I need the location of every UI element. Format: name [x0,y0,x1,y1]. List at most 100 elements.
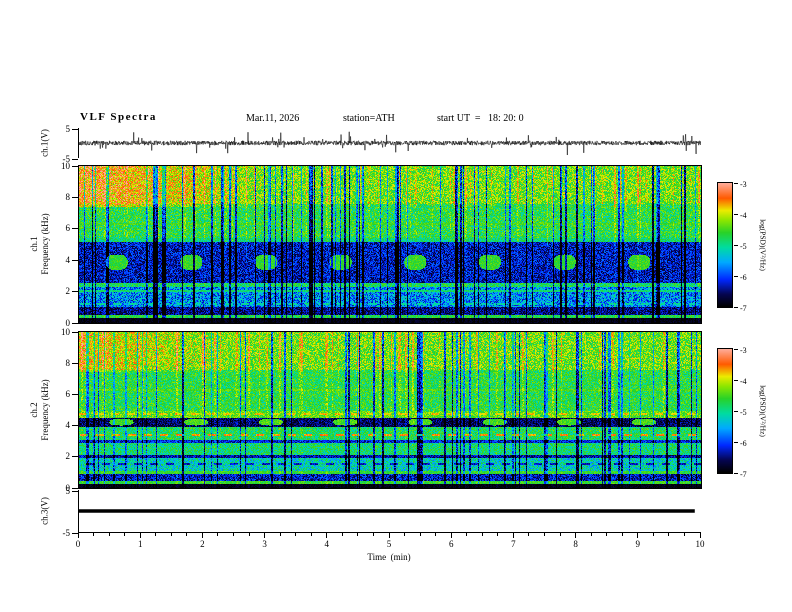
ch2-axis-channel-label: ch.2 [29,402,39,418]
y-tick-mark [72,331,78,333]
x-tick-label: 4 [324,539,330,549]
colorbar2-tick-mark [734,472,738,474]
x-tick-label: 1 [137,539,143,549]
y-tick-label: 4 [65,254,71,265]
colorbar1-tick-label: -4 [740,210,747,220]
colorbar1-tick-mark [734,275,738,277]
colorbar1-tick-mark [734,244,738,246]
colorbar2-tick-label: -7 [740,469,747,479]
x-minor-tick-mark [217,533,219,536]
x-tick-label: 8 [573,539,578,549]
y-tick-label: 5 [65,123,71,134]
y-tick-mark [72,490,78,492]
y-tick-label: 6 [65,223,71,234]
colorbar1-tick-label: -5 [740,241,747,251]
x-minor-tick-mark [419,533,421,536]
x-minor-tick-mark [186,533,188,536]
ch1-axis-channel-label: ch.1 [29,236,39,252]
x-tick-mark [388,533,390,538]
x-tick-label: 2 [200,539,205,549]
x-minor-tick-mark [668,533,670,536]
y-tick-label: 2 [65,451,71,462]
x-minor-tick-mark [372,533,374,536]
station-label: station=ATH [343,113,395,124]
colorbar2-tick-mark [734,410,738,412]
y-tick-mark [72,322,78,324]
y-tick-mark [72,158,78,160]
x-minor-tick-mark [170,533,172,536]
colorbar1-tick-label: -3 [740,179,747,189]
y-tick-label: 8 [65,357,71,368]
x-minor-tick-mark [590,533,592,536]
x-tick-label: 10 [695,539,705,549]
x-tick-mark [139,533,141,538]
colorbar1-tick-mark [734,306,738,308]
x-tick-mark [264,533,266,538]
colorbar2-tick-mark [734,348,738,350]
x-tick-mark [450,533,452,538]
y-tick-label: 4 [65,420,71,431]
x-minor-tick-mark [108,533,110,536]
colorbar1-tick-mark [734,182,738,184]
colorbar1-tick-label: -7 [740,303,747,313]
x-tick-label: 0 [75,539,81,549]
colorbar2-tick-label: -5 [740,407,747,417]
x-minor-tick-mark [248,533,250,536]
x-tick-mark [77,533,79,538]
x-tick-mark [575,533,577,538]
start-time-label: start UT = 18: 20: 0 [437,113,524,124]
y-tick-label: 10 [61,160,70,171]
x-minor-tick-mark [93,533,95,536]
y-tick-mark [72,228,78,230]
x-minor-tick-mark [124,533,126,536]
y-tick-mark [72,393,78,395]
x-minor-tick-mark [621,533,623,536]
y-tick-mark [72,456,78,458]
x-minor-tick-mark [497,533,499,536]
colorbar2-tick-label: -6 [740,438,747,448]
colorbar2-tick-label: -4 [740,376,747,386]
x-tick-mark [326,533,328,538]
x-tick-label: 7 [511,539,516,549]
y-tick-label: -5 [62,527,71,538]
x-minor-tick-mark [559,533,561,536]
colorbar2-tick-label: -3 [740,345,747,355]
x-minor-tick-mark [606,533,608,536]
y-tick-mark [72,128,78,130]
y-tick-label: 8 [65,191,71,202]
x-tick-label: 5 [386,539,392,549]
x-minor-tick-mark [652,533,654,536]
y-tick-mark [72,165,78,167]
x-minor-tick-mark [233,533,234,536]
ch3-waveform-plot [78,490,701,533]
colorbar2-psd-label: log(PSD)(V²/Hz) [758,385,768,437]
x-minor-tick-mark [310,533,312,536]
ch2-psd-colorbar [717,348,733,474]
y-tick-label: 10 [61,326,70,337]
ch1-psd-colorbar [717,182,733,308]
figure-title: VLF Spectra [80,111,157,123]
x-tick-mark [201,533,203,538]
vlf-spectra-figure: VLF Spectra Mar.11, 2026 station=ATH sta… [0,0,792,612]
y-tick-label: 5 [65,485,71,496]
x-tick-label: 9 [635,539,641,549]
x-tick-mark [637,533,639,538]
ch1-waveform-plot [78,128,701,158]
y-tick-label: 6 [65,388,71,399]
ch2-spectrogram [78,331,702,489]
x-minor-tick-mark [155,533,157,536]
y-tick-mark [72,362,78,364]
x-minor-tick-mark [357,533,359,536]
date-label: Mar.11, 2026 [246,113,300,124]
ch1-spectrogram [78,165,702,324]
y-tick-mark [72,425,78,427]
x-minor-tick-mark [528,533,530,536]
x-tick-mark [699,533,701,538]
y-tick-mark [72,196,78,198]
x-minor-tick-mark [435,533,437,536]
colorbar1-psd-label: log(PSD)(V²/Hz) [758,219,768,271]
x-minor-tick-mark [341,533,343,536]
colorbar2-tick-mark [734,379,738,381]
x-tick-mark [512,533,514,538]
y-tick-mark [72,291,78,293]
